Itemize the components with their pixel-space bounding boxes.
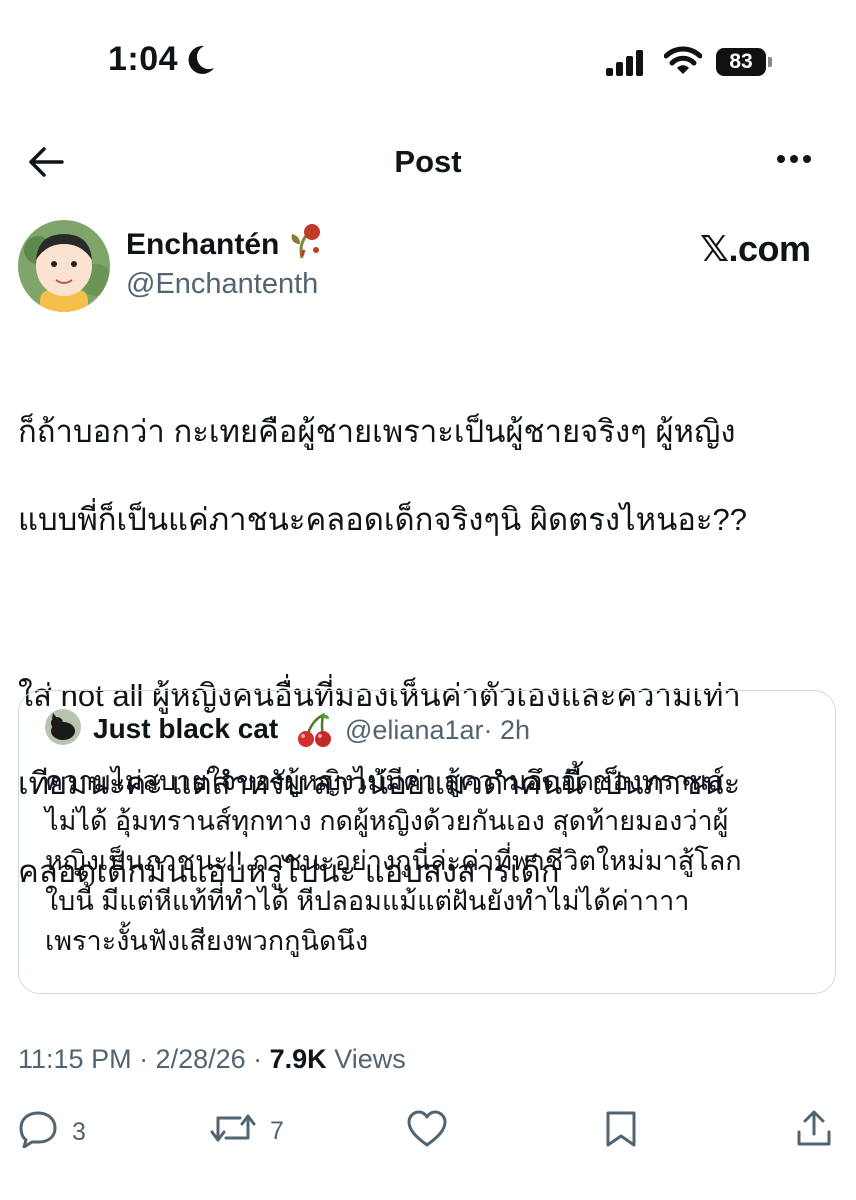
- quoted-text-line: ความไม่สบายใจของผู้หญิงไม่มีค่า สู้ความอ…: [45, 766, 725, 796]
- post-text-line: ก็ถ้าบอกว่า กะเทยคือผู้ชายเพราะเป็นผู้ชา…: [18, 414, 736, 449]
- views-count[interactable]: 7.9K: [270, 1044, 327, 1074]
- quoted-post-card[interactable]: Just black cat @eliana1ar· 2h ความไม่สบา…: [18, 690, 836, 994]
- battery-level: 83: [729, 50, 753, 73]
- author-display-name[interactable]: Enchantén: [126, 228, 279, 262]
- share-icon: [796, 1110, 832, 1155]
- quoted-author-display-name[interactable]: Just black cat: [93, 713, 278, 745]
- repost-icon: [210, 1110, 256, 1153]
- post-timestamp: 11:15 PM · 2/28/26 ·: [18, 1044, 270, 1074]
- quoted-text-line: เพราะงั้นฟังเสียงพวกกูนิดนึง: [45, 926, 369, 956]
- back-arrow-icon[interactable]: [28, 146, 64, 183]
- like-button[interactable]: [406, 1110, 448, 1155]
- quoted-text-line: หญิงเป็นภาชนะ!! ภาชนะอย่างกูนี่ล่ะค่าที่…: [45, 846, 742, 876]
- quoted-handle[interactable]: @eliana1ar: [345, 715, 484, 745]
- quoted-author-avatar[interactable]: [45, 709, 81, 745]
- cellular-signal-icon: [606, 50, 646, 81]
- more-options-icon[interactable]: [776, 152, 812, 170]
- reply-icon: [18, 1110, 58, 1155]
- author-handle[interactable]: @Enchantenth: [126, 268, 318, 301]
- quoted-text-line: ไม่ได้ อุ้มทรานส์ทุกทาง กดผู้หญิงด้วยกัน…: [45, 806, 729, 836]
- moon-icon: [186, 44, 216, 81]
- wifi-icon: [663, 46, 703, 81]
- post-meta: 11:15 PM · 2/28/26 · 7.9K Views: [18, 1044, 406, 1075]
- quoted-time: · 2h: [483, 715, 531, 745]
- bookmark-button[interactable]: [604, 1110, 638, 1155]
- post-text-line: แบบพี่ก็เป็นแค่ภาชนะคลอดเด็กจริงๆนิ ผิดต…: [18, 502, 748, 537]
- quoted-post-text: ความไม่สบายใจของผู้หญิงไม่มีค่า สู้ความอ…: [45, 761, 825, 961]
- repost-count: 7: [270, 1117, 284, 1145]
- heart-icon: [406, 1110, 448, 1155]
- bookmark-icon: [604, 1110, 638, 1155]
- status-time: 1:04: [108, 40, 179, 78]
- page-title: Post: [394, 144, 462, 179]
- views-label: Views: [326, 1044, 406, 1074]
- quoted-text-line: ใบนี้ มีแต่หีแท้ที่ทำได้ หีปลอมแม้แต่ฝัน…: [45, 886, 690, 916]
- battery-indicator: 83: [716, 48, 772, 76]
- source-badge: 𝕏.com: [700, 228, 811, 269]
- author-avatar[interactable]: [18, 220, 110, 312]
- quoted-author-handle-time[interactable]: @eliana1ar· 2h: [345, 715, 530, 746]
- share-button[interactable]: [796, 1110, 832, 1155]
- cherries-icon: [295, 711, 333, 754]
- reply-button[interactable]: 3: [18, 1110, 86, 1155]
- wilted-rose-icon: [288, 222, 324, 265]
- repost-button[interactable]: 7: [210, 1110, 284, 1153]
- reply-count: 3: [72, 1118, 86, 1146]
